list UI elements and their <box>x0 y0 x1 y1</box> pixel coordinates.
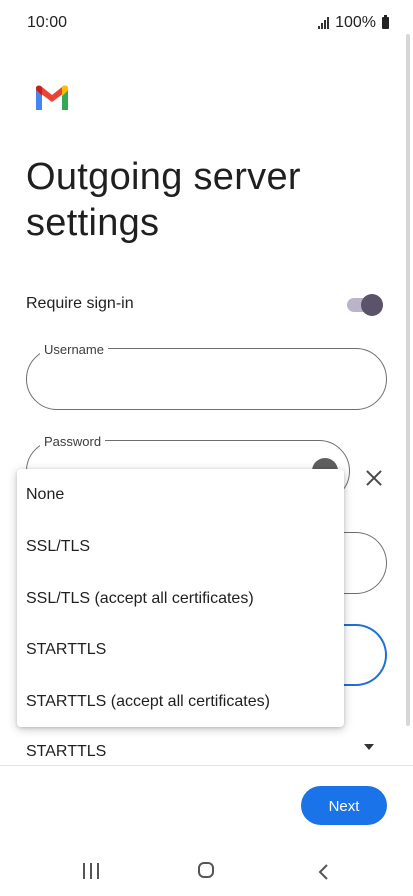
toggle-thumb <box>361 294 383 316</box>
menu-option-ssl-tls-accept-all[interactable]: SSL/TLS (accept all certificates) <box>26 590 254 608</box>
scrollbar[interactable] <box>406 34 410 726</box>
gmail-logo-icon <box>36 85 68 110</box>
battery-percent: 100% <box>335 14 376 31</box>
username-field[interactable] <box>26 348 387 410</box>
back-icon[interactable] <box>315 863 333 881</box>
require-signin-toggle[interactable] <box>347 294 383 316</box>
menu-option-starttls[interactable]: STARTTLS <box>26 641 106 659</box>
menu-option-ssl-tls[interactable]: SSL/TLS <box>26 538 90 556</box>
next-button[interactable]: Next <box>301 786 387 825</box>
require-signin-label: Require sign-in <box>26 295 134 312</box>
battery-icon <box>382 15 389 29</box>
divider <box>0 765 413 766</box>
menu-option-none[interactable]: None <box>26 486 64 504</box>
status-time: 10:00 <box>27 14 68 31</box>
status-indicators: 100% <box>318 14 389 32</box>
close-icon[interactable] <box>362 466 386 490</box>
username-label: Username <box>40 342 108 357</box>
signal-icon <box>318 17 330 29</box>
password-label: Password <box>40 434 106 449</box>
status-bar: 10:00 100% <box>0 0 413 46</box>
navigation-bar <box>0 846 413 896</box>
caret-down-icon[interactable] <box>364 744 374 750</box>
menu-option-starttls-accept-all[interactable]: STARTTLS (accept all certificates) <box>26 693 270 711</box>
home-icon[interactable] <box>198 862 214 878</box>
recents-icon[interactable] <box>83 863 99 879</box>
security-type-select[interactable]: STARTTLS <box>26 743 106 761</box>
page-title: Outgoing server settings <box>26 156 301 244</box>
security-type-menu: None SSL/TLS SSL/TLS (accept all certifi… <box>17 469 344 727</box>
